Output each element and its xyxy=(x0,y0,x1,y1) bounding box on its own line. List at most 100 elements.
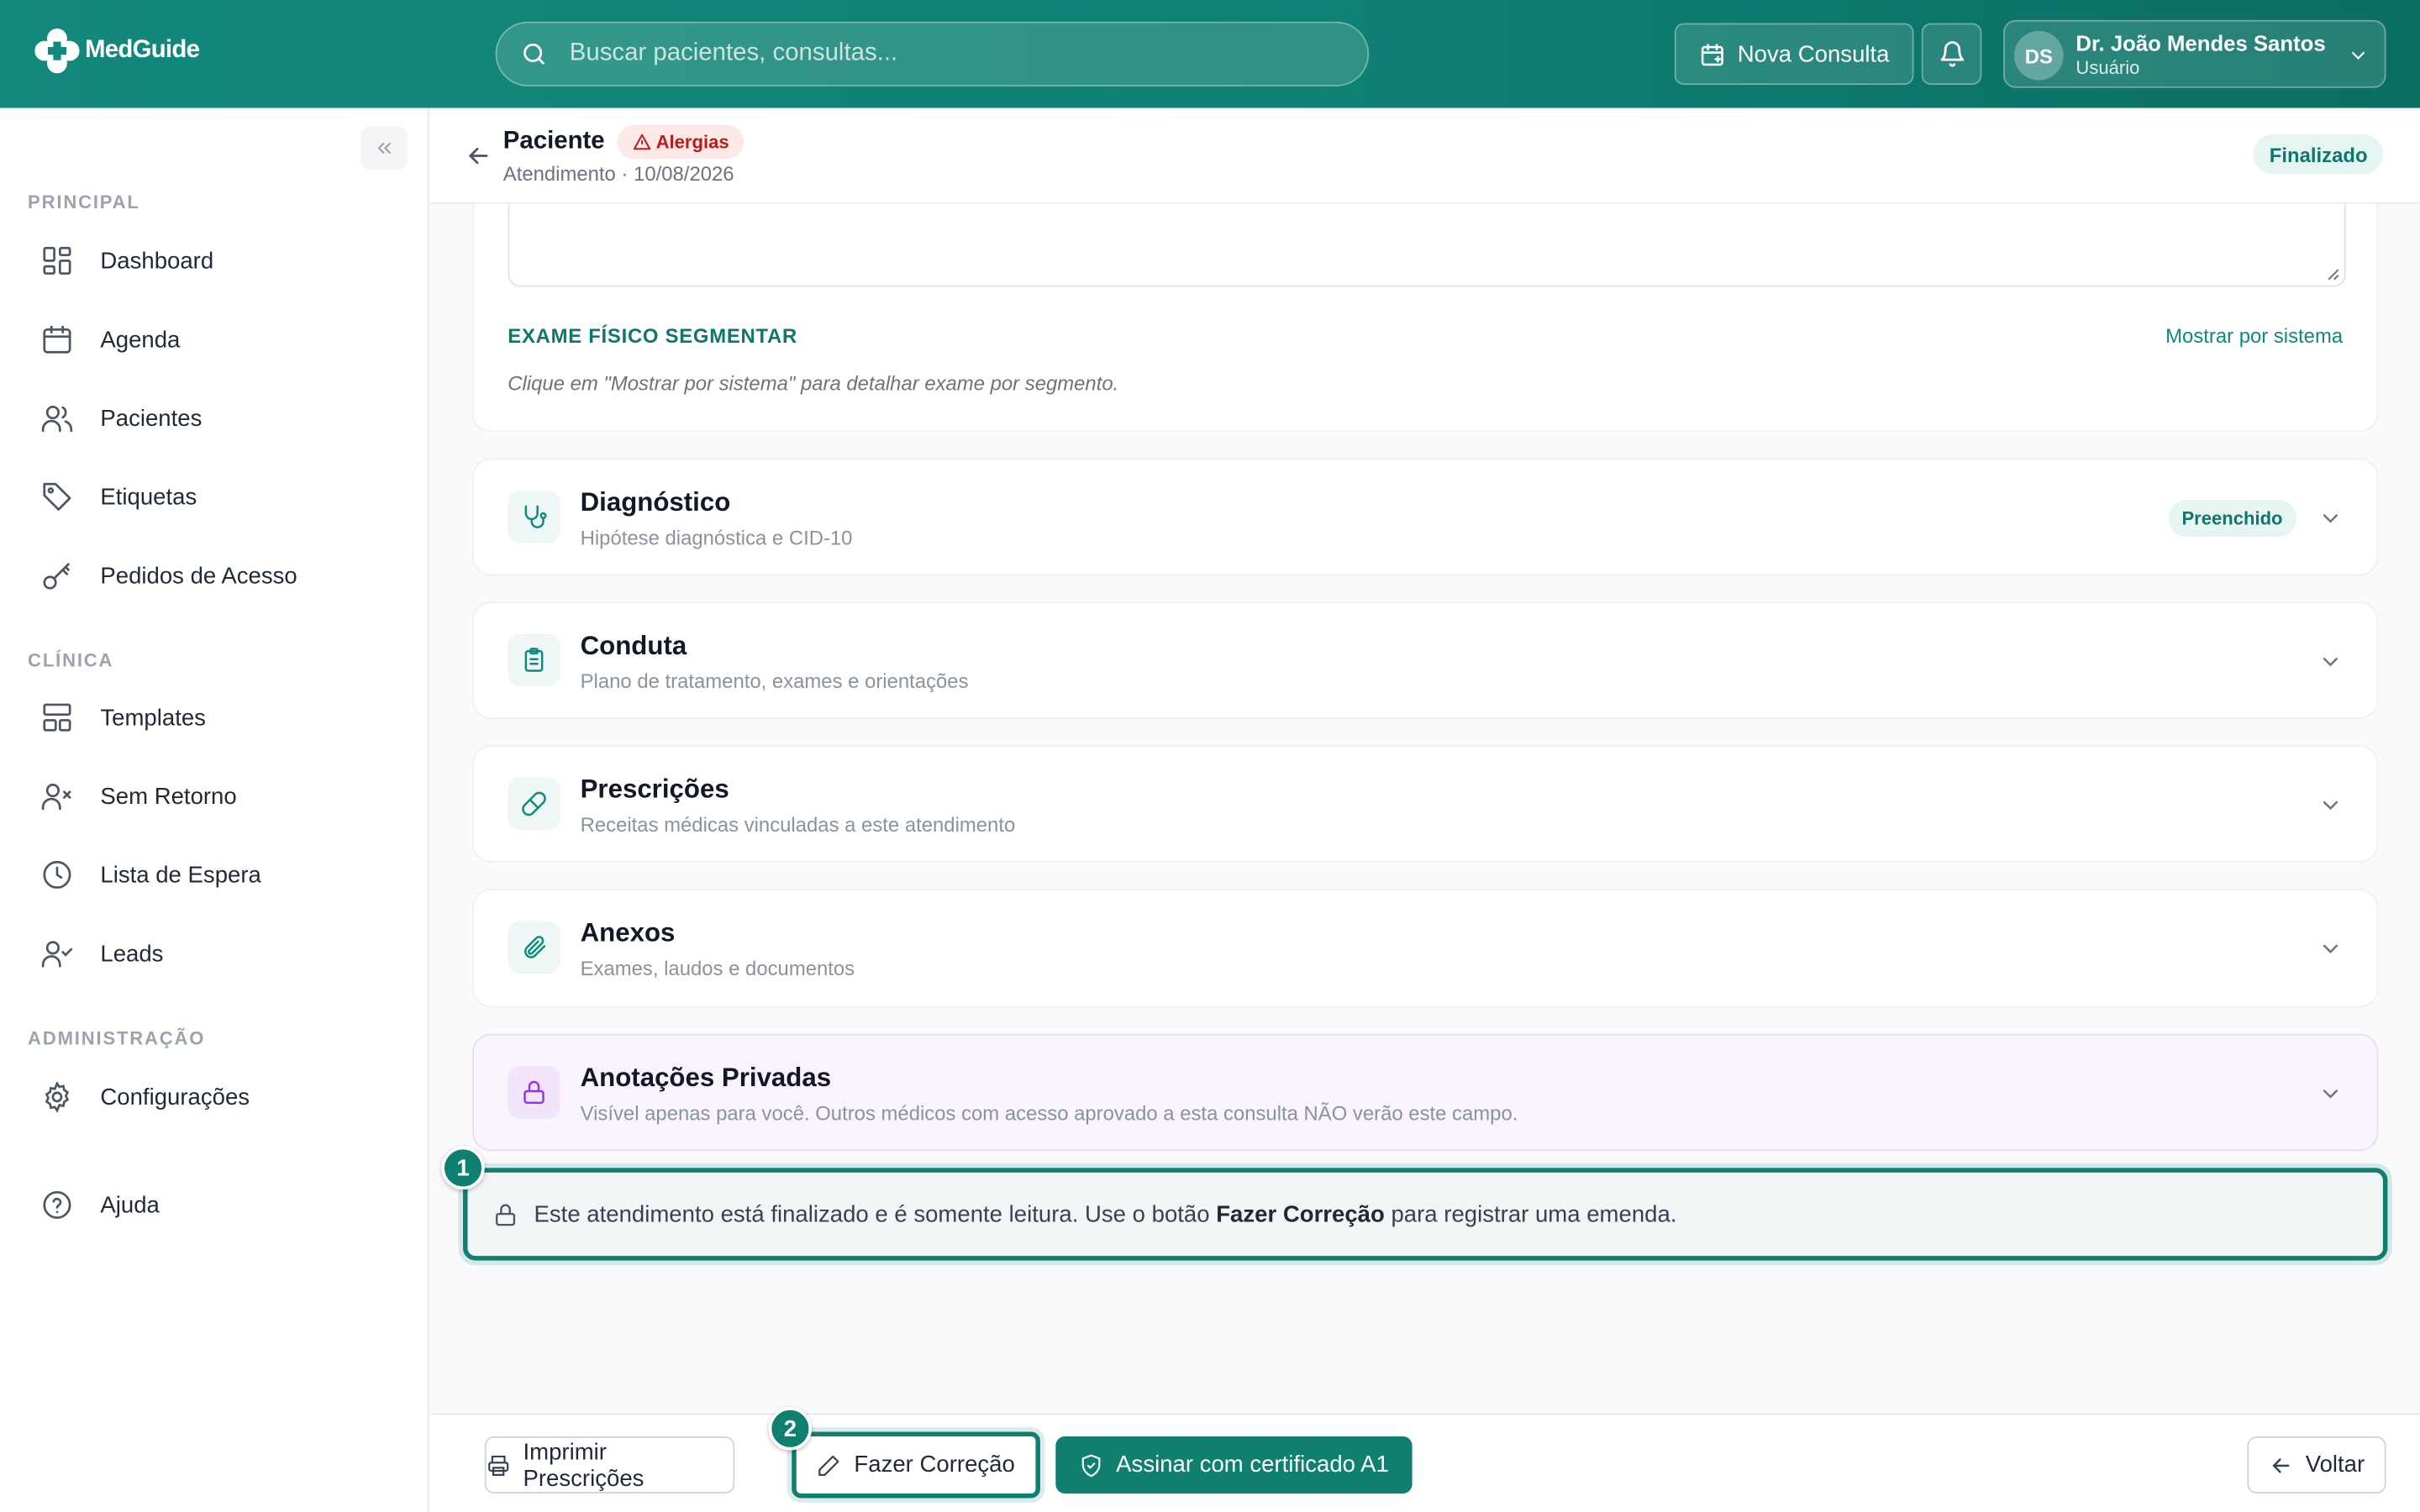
patient-title: Paciente xyxy=(502,128,605,155)
help-circle-icon xyxy=(43,1190,71,1219)
section-subtitle: Plano de tratamento, exames e orientaçõe… xyxy=(580,669,969,693)
section-anexos[interactable]: Anexos Exames, laudos e documentos xyxy=(472,888,2379,1008)
user-role: Usuário xyxy=(2075,56,2140,79)
print-prescriptions-button[interactable]: Imprimir Prescrições xyxy=(484,1436,735,1494)
chevron-down-icon[interactable] xyxy=(2318,506,2343,530)
resize-handle-icon xyxy=(2328,269,2339,281)
logo-icon xyxy=(34,28,80,74)
sidebar-item-label: Configurações xyxy=(100,1084,250,1110)
annotation-marker-2: 2 xyxy=(768,1407,813,1451)
sidebar-item-lista-de-espera[interactable]: Lista de Espera xyxy=(40,847,411,902)
annotation-marker-1: 1 xyxy=(441,1146,485,1190)
search-box[interactable] xyxy=(495,21,1370,87)
section-icon-box xyxy=(508,633,560,687)
lock-icon xyxy=(523,1080,544,1105)
back-label: Voltar xyxy=(2305,1452,2365,1478)
back-arrow-icon[interactable] xyxy=(465,142,492,170)
sidebar-item-label: Etiquetas xyxy=(100,483,197,511)
sidebar-item-leads[interactable]: Leads xyxy=(40,926,411,981)
section-title-administracao: ADMINISTRAÇÃO xyxy=(28,1027,206,1049)
section-title: Anexos xyxy=(580,917,676,948)
gear-icon xyxy=(45,1081,70,1113)
readonly-bold: Fazer Correção xyxy=(1216,1200,1385,1228)
section-title: Anotações Privadas xyxy=(580,1063,832,1093)
search-input[interactable] xyxy=(569,39,1311,68)
filled-badge: Preenchido xyxy=(2167,500,2297,538)
chevron-down-icon xyxy=(2352,51,2365,60)
section-icon-box xyxy=(508,777,560,831)
calendar-icon xyxy=(43,325,71,354)
lock-icon xyxy=(495,1203,516,1226)
section-title-principal: PRINCIPAL xyxy=(28,191,140,213)
section-icon-box xyxy=(508,491,560,543)
new-consult-button[interactable]: Nova Consulta xyxy=(1674,23,1914,86)
section-anotacoes-privadas[interactable]: Anotações Privadas Visível apenas para v… xyxy=(472,1033,2379,1152)
back-button[interactable]: Voltar xyxy=(2247,1436,2386,1494)
chevron-down-icon[interactable] xyxy=(2318,937,2343,961)
action-footer: Imprimir Prescrições Fazer Correção Assi… xyxy=(430,1413,2420,1512)
user-name: Dr. João Mendes Santos xyxy=(2075,30,2326,56)
exam-section-title: EXAME FÍSICO SEGMENTAR xyxy=(508,323,798,348)
sidebar-item-label: Dashboard xyxy=(100,247,214,275)
users-icon xyxy=(41,405,73,433)
chevron-down-icon[interactable] xyxy=(2318,793,2343,817)
sidebar-item-pedidos-de-acesso[interactable]: Pedidos de Acesso xyxy=(40,548,411,603)
status-badge: Finalizado xyxy=(2254,134,2383,175)
new-consult-label: Nova Consulta xyxy=(1737,40,1890,67)
user-x-icon xyxy=(41,783,71,811)
readonly-banner: Este atendimento está finalizado e é som… xyxy=(463,1168,2388,1261)
key-icon xyxy=(43,563,70,590)
sidebar-item-templates[interactable]: Templates xyxy=(40,690,411,745)
search-icon xyxy=(523,43,544,65)
printer-icon xyxy=(488,1454,509,1476)
collapse-sidebar-button[interactable] xyxy=(360,126,408,171)
sidebar-item-label: Sem Retorno xyxy=(100,783,237,810)
sidebar-item-etiquetas[interactable]: Etiquetas xyxy=(40,469,411,524)
print-label: Imprimir Prescrições xyxy=(523,1438,644,1492)
layout-icon xyxy=(43,703,71,732)
exam-textarea[interactable] xyxy=(508,203,2346,287)
sign-certificate-button[interactable]: Assinar com certificado A1 xyxy=(1055,1436,1413,1494)
app-logo[interactable]: MedGuide xyxy=(31,24,200,76)
sidebar-item-agenda[interactable]: Agenda xyxy=(40,312,411,367)
arrow-left-icon xyxy=(2272,1457,2290,1473)
section-subtitle: Exames, laudos e documentos xyxy=(580,956,855,980)
correction-label: Fazer Correção xyxy=(854,1452,1015,1478)
pill-icon xyxy=(522,791,546,816)
section-title-clinica: CLÍNICA xyxy=(28,649,114,671)
sidebar-item-label: Ajuda xyxy=(100,1191,160,1219)
sign-label: Assinar com certificado A1 xyxy=(1116,1452,1389,1478)
sidebar-item-label: Lista de Espera xyxy=(100,861,261,889)
dashboard-icon xyxy=(43,246,71,275)
section-subtitle: Receitas médicas vinculadas a este atend… xyxy=(580,812,1016,837)
section-title: Prescrições xyxy=(580,774,729,804)
allergy-badge[interactable]: Alergias xyxy=(617,124,744,160)
sidebar-item-dashboard[interactable]: Dashboard xyxy=(40,233,411,288)
sidebar-item-ajuda[interactable]: Ajuda xyxy=(40,1177,411,1232)
notifications-button[interactable] xyxy=(1921,23,1982,86)
section-diagnostico[interactable]: Diagnóstico Hipótese diagnóstica e CID-1… xyxy=(472,458,2379,576)
warning-icon xyxy=(633,134,651,150)
clipboard-icon xyxy=(524,648,544,672)
sidebar-item-pacientes[interactable]: Pacientes xyxy=(40,391,411,446)
tag-icon xyxy=(43,482,71,511)
appointment-date: Atendimento · 10/08/2026 xyxy=(502,161,734,186)
chevron-down-icon[interactable] xyxy=(2318,649,2343,674)
user-menu[interactable]: DS Dr. João Mendes Santos Usuário xyxy=(2003,19,2386,88)
chevrons-left-icon xyxy=(377,142,391,154)
section-conduta[interactable]: Conduta Plano de tratamento, exames e or… xyxy=(472,601,2379,719)
sidebar-item-sem-retorno[interactable]: Sem Retorno xyxy=(40,769,411,824)
sidebar-item-label: Pacientes xyxy=(100,405,203,432)
make-correction-button[interactable]: Fazer Correção xyxy=(792,1431,1040,1499)
sidebar-item-configuracoes[interactable]: Configurações xyxy=(40,1069,411,1125)
clock-icon xyxy=(43,860,71,889)
shield-check-icon xyxy=(1081,1453,1101,1477)
show-by-system-link[interactable]: Mostrar por sistema xyxy=(2165,324,2343,348)
avatar: DS xyxy=(2013,30,2064,81)
readonly-text: Este atendimento está finalizado e é som… xyxy=(534,1200,1677,1228)
exam-hint: Clique em "Mostrar por sistema" para det… xyxy=(508,371,1119,396)
chevron-down-icon[interactable] xyxy=(2318,1082,2343,1106)
sidebar: PRINCIPAL Dashboard Agenda Pacientes Eti… xyxy=(0,108,429,1512)
pencil-icon xyxy=(818,1454,840,1476)
section-prescricoes[interactable]: Prescrições Receitas médicas vinculadas … xyxy=(472,745,2379,863)
